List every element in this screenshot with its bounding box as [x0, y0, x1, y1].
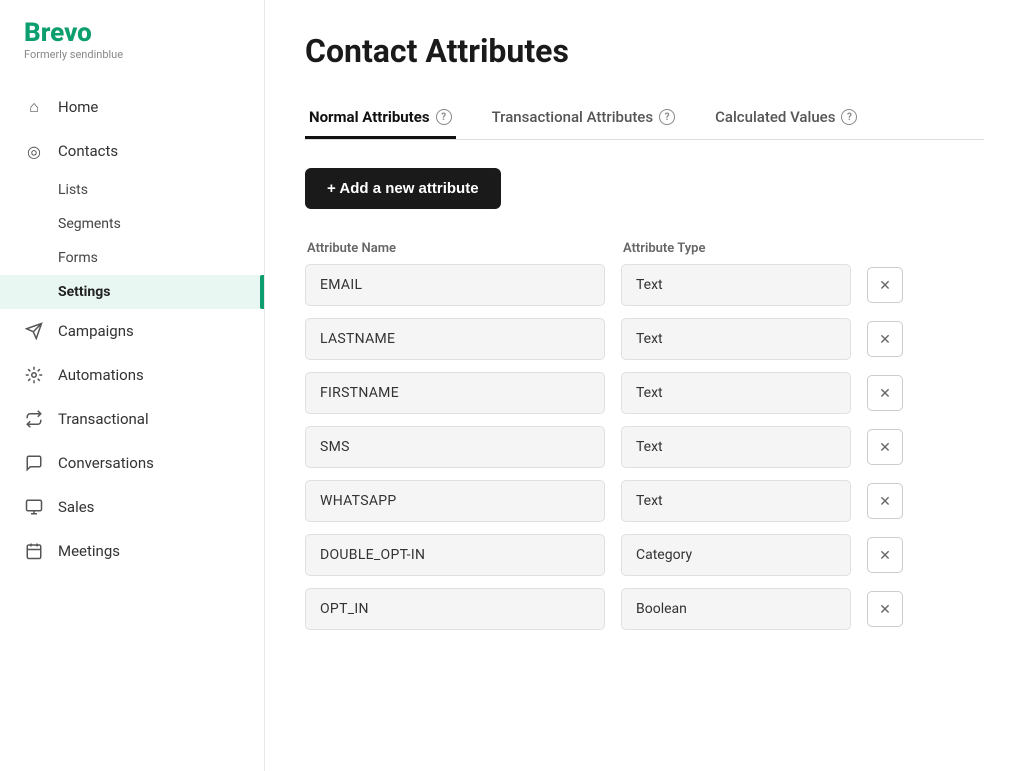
help-icon[interactable]: ? — [436, 109, 452, 125]
attribute-type-input[interactable] — [621, 588, 851, 630]
add-attribute-button[interactable]: + Add a new attribute — [305, 168, 501, 209]
tab-calculated-values[interactable]: Calculated Values ? — [711, 98, 861, 139]
sidebar-item-transactional[interactable]: Transactional — [0, 397, 264, 441]
table-row: ✕ — [305, 372, 984, 414]
add-button-label: + Add a new attribute — [327, 180, 479, 197]
contacts-icon: ◎ — [24, 141, 44, 161]
delete-attribute-button[interactable]: ✕ — [867, 267, 903, 303]
sidebar-item-label: Meetings — [58, 542, 120, 560]
col-name-header: Attribute Name — [307, 241, 396, 256]
delete-attribute-button[interactable]: ✕ — [867, 591, 903, 627]
attribute-name-input[interactable] — [305, 264, 605, 306]
sidebar-item-settings[interactable]: Settings — [0, 275, 264, 309]
conversations-icon — [24, 453, 44, 473]
delete-icon: ✕ — [879, 601, 891, 618]
brand-subtitle: Formerly sendinblue — [24, 48, 240, 61]
tab-label: Calculated Values — [715, 108, 835, 126]
delete-icon: ✕ — [879, 547, 891, 564]
campaigns-icon — [24, 321, 44, 341]
help-icon[interactable]: ? — [841, 109, 857, 125]
attribute-type-input[interactable] — [621, 318, 851, 360]
main-content: Contact Attributes Normal Attributes ? T… — [265, 0, 1024, 771]
table-row: ✕ — [305, 588, 984, 630]
attributes-table: Attribute Name Attribute Type ✕ ✕ ✕ — [305, 237, 984, 630]
sidebar-item-label: Conversations — [58, 454, 154, 472]
help-icon[interactable]: ? — [659, 109, 675, 125]
attribute-name-input[interactable] — [305, 372, 605, 414]
tab-label: Transactional Attributes — [492, 108, 654, 126]
brand-name: Brevo — [24, 20, 240, 46]
sidebar: Brevo Formerly sendinblue ⌂ Home ◎ Conta… — [0, 0, 265, 771]
sidebar-item-lists[interactable]: Lists — [0, 173, 264, 207]
attribute-name-input[interactable] — [305, 480, 605, 522]
sidebar-item-meetings[interactable]: Meetings — [0, 529, 264, 573]
sidebar-item-label: Contacts — [58, 142, 118, 160]
delete-icon: ✕ — [879, 277, 891, 294]
delete-attribute-button[interactable]: ✕ — [867, 537, 903, 573]
delete-attribute-button[interactable]: ✕ — [867, 321, 903, 357]
attribute-type-input[interactable] — [621, 480, 851, 522]
sidebar-item-forms[interactable]: Forms — [0, 241, 264, 275]
attribute-type-input[interactable] — [621, 264, 851, 306]
sales-icon — [24, 497, 44, 517]
table-header: Attribute Name Attribute Type — [305, 237, 984, 256]
automations-icon — [24, 365, 44, 385]
attribute-type-input[interactable] — [621, 426, 851, 468]
delete-attribute-button[interactable]: ✕ — [867, 429, 903, 465]
table-row: ✕ — [305, 480, 984, 522]
sidebar-nav: ⌂ Home ◎ Contacts Lists Segments Forms S… — [0, 77, 264, 771]
sidebar-item-conversations[interactable]: Conversations — [0, 441, 264, 485]
attribute-name-input[interactable] — [305, 588, 605, 630]
transactional-icon — [24, 409, 44, 429]
sidebar-item-segments[interactable]: Segments — [0, 207, 264, 241]
table-row: ✕ — [305, 318, 984, 360]
sidebar-item-label: Sales — [58, 498, 94, 516]
delete-attribute-button[interactable]: ✕ — [867, 483, 903, 519]
sidebar-item-label: Automations — [58, 366, 144, 384]
sidebar-sub-label: Settings — [58, 284, 110, 300]
delete-icon: ✕ — [879, 385, 891, 402]
tab-normal-attributes[interactable]: Normal Attributes ? — [305, 98, 456, 139]
tab-label: Normal Attributes — [309, 108, 430, 126]
table-row: ✕ — [305, 426, 984, 468]
attribute-name-input[interactable] — [305, 534, 605, 576]
page-title: Contact Attributes — [305, 32, 984, 70]
delete-attribute-button[interactable]: ✕ — [867, 375, 903, 411]
sidebar-item-label: Home — [58, 98, 98, 116]
delete-icon: ✕ — [879, 493, 891, 510]
sidebar-item-contacts[interactable]: ◎ Contacts — [0, 129, 264, 173]
sidebar-item-automations[interactable]: Automations — [0, 353, 264, 397]
logo: Brevo Formerly sendinblue — [0, 0, 264, 77]
sidebar-item-label: Transactional — [58, 410, 149, 428]
attribute-name-input[interactable] — [305, 426, 605, 468]
sidebar-item-sales[interactable]: Sales — [0, 485, 264, 529]
sidebar-item-campaigns[interactable]: Campaigns — [0, 309, 264, 353]
sidebar-item-label: Campaigns — [58, 322, 134, 340]
sidebar-item-home[interactable]: ⌂ Home — [0, 85, 264, 129]
sidebar-sub-label: Forms — [58, 250, 98, 266]
tab-transactional-attributes[interactable]: Transactional Attributes ? — [488, 98, 680, 139]
col-type-header: Attribute Type — [623, 241, 705, 256]
home-icon: ⌂ — [24, 97, 44, 117]
sidebar-sub-label: Lists — [58, 182, 88, 198]
delete-icon: ✕ — [879, 439, 891, 456]
sidebar-sub-label: Segments — [58, 216, 121, 232]
tabs-bar: Normal Attributes ? Transactional Attrib… — [305, 98, 984, 140]
attribute-type-input[interactable] — [621, 372, 851, 414]
table-row: ✕ — [305, 534, 984, 576]
attribute-name-input[interactable] — [305, 318, 605, 360]
delete-icon: ✕ — [879, 331, 891, 348]
attribute-type-input[interactable] — [621, 534, 851, 576]
meetings-icon — [24, 541, 44, 561]
table-row: ✕ — [305, 264, 984, 306]
